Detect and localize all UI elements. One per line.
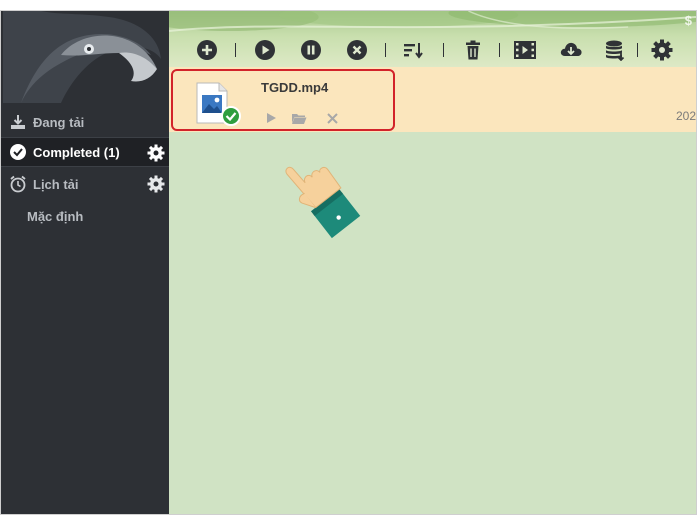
download-tray-icon — [9, 113, 27, 131]
completed-settings-gear-icon[interactable] — [147, 144, 165, 162]
sidebar-item-label: Đang tải — [33, 114, 85, 130]
sort-icon[interactable] — [401, 38, 425, 62]
sidebar: Đang tải Completed (1) Lịch tải Mặc định — [1, 11, 169, 514]
toolbar-separator — [385, 43, 386, 57]
eagle-logo — [1, 11, 169, 103]
settings-gear-icon[interactable] — [650, 38, 674, 62]
corner-text: $ — [684, 13, 692, 28]
toolbar: $ — [169, 11, 696, 67]
play-icon[interactable] — [253, 38, 277, 62]
sidebar-item-schedule[interactable]: Lịch tải — [1, 169, 169, 199]
toolbar-separator — [443, 43, 444, 57]
download-date: 202 — [675, 109, 696, 123]
cloud-download-icon[interactable] — [559, 38, 583, 62]
add-icon[interactable] — [195, 38, 219, 62]
check-circle-icon — [9, 143, 27, 161]
toolbar-separator — [637, 43, 638, 57]
database-icon[interactable] — [603, 38, 627, 62]
highlight-box — [171, 69, 395, 131]
schedule-default-item[interactable]: Mặc định — [27, 209, 83, 224]
video-grab-icon[interactable] — [513, 38, 537, 62]
toolbar-separator — [499, 43, 500, 57]
sidebar-item-completed[interactable]: Completed (1) — [1, 137, 169, 167]
app-window: Đang tải Completed (1) Lịch tải Mặc định — [0, 10, 697, 515]
hand-pointer-icon — [285, 166, 361, 239]
pause-icon[interactable] — [299, 38, 323, 62]
sidebar-item-downloading[interactable]: Đang tải — [1, 107, 169, 137]
alarm-clock-icon — [9, 175, 27, 193]
sidebar-item-label: Lịch tải — [33, 176, 79, 192]
toolbar-separator — [235, 43, 236, 57]
main-panel: $ TGDD.mp4 202 — [169, 11, 696, 514]
schedule-settings-gear-icon[interactable] — [147, 175, 165, 193]
sidebar-item-label: Completed (1) — [33, 144, 120, 160]
stop-icon[interactable] — [345, 38, 369, 62]
trash-icon[interactable] — [461, 38, 485, 62]
